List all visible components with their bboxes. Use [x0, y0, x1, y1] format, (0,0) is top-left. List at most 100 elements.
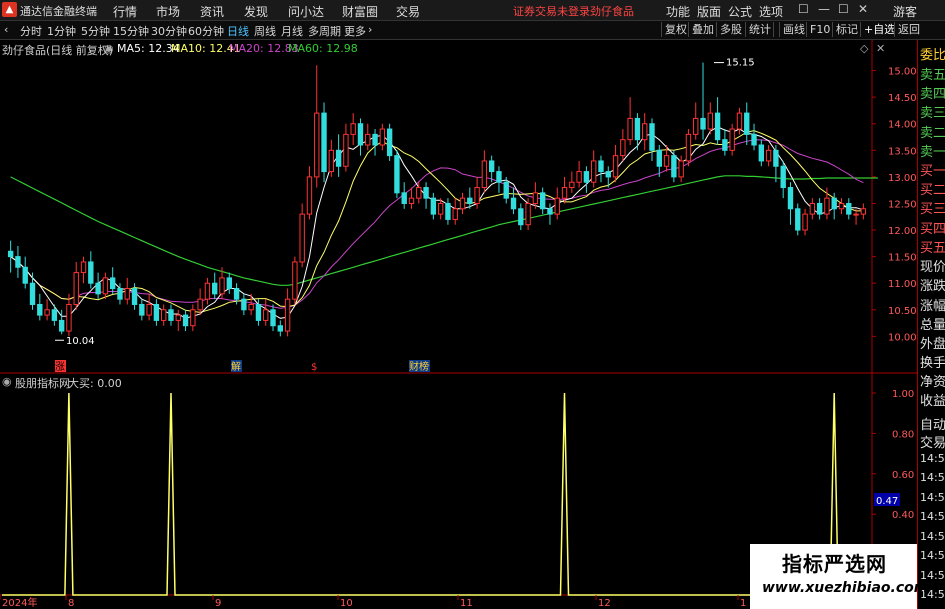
period-multi[interactable]: 多周期 [308, 23, 341, 39]
candle [744, 102, 750, 145]
toolbar-left-arrow-icon[interactable]: ‹ [4, 23, 8, 36]
period-15min[interactable]: 15分钟 [113, 23, 149, 39]
period-daily[interactable]: 日线 [227, 23, 249, 39]
menu-gongneng[interactable]: 功能 [666, 3, 690, 20]
candle-body [445, 202, 451, 220]
watermark-url: www.xuezhibiao.com [762, 580, 929, 596]
candle-body [846, 202, 852, 215]
more-chevron-icon[interactable]: › [368, 23, 372, 36]
candle-body [598, 160, 604, 173]
f10-button[interactable]: F10 [806, 22, 833, 37]
quote-panel-item[interactable]: 收益 [920, 390, 945, 409]
candle-body [802, 213, 808, 231]
fuquan-button[interactable]: 复权 [661, 22, 690, 37]
close-icon[interactable]: ✕ [858, 2, 868, 16]
quote-panel-item[interactable]: 自动 [920, 414, 945, 433]
menu-gongshi[interactable]: 公式 [728, 3, 752, 20]
title-bar: ▲ 通达信金融终端 行情 市场 资讯 发现 问小达 财富圈 交易 证券交易未登录… [0, 0, 945, 21]
menu-banmian[interactable]: 版面 [697, 3, 721, 20]
candle-body [95, 282, 101, 295]
candle-body [66, 303, 72, 332]
quote-panel-item[interactable]: 14:56 [920, 452, 945, 465]
quote-panel-item[interactable]: 现价 [920, 256, 945, 275]
app-name: 通达信金融终端 [20, 5, 97, 18]
period-1min[interactable]: 1分钟 [47, 23, 76, 39]
candle [139, 299, 145, 321]
quote-panel-item[interactable]: 买三 [920, 198, 945, 217]
menu-faxian[interactable]: 发现 [244, 3, 268, 20]
candle [765, 145, 772, 167]
menu-jiaoyi[interactable]: 交易 [396, 3, 420, 20]
quote-panel-item[interactable]: 14:56 [920, 510, 945, 523]
event-marker: 榜 [419, 360, 429, 373]
candle-body [219, 277, 225, 295]
mark-button[interactable]: 标记 [832, 22, 861, 37]
draw-line-button[interactable]: 画线 [779, 22, 808, 37]
menu-shichang[interactable]: 市场 [156, 3, 180, 20]
indicator-settings-icon[interactable]: ◉ [2, 375, 12, 388]
quote-panel-item[interactable]: 卖一 [920, 141, 945, 160]
minimize-icon[interactable]: — [818, 2, 830, 16]
quote-panel-item[interactable]: 涨幅 [920, 295, 945, 314]
menu-xuanxiang[interactable]: 选项 [759, 3, 783, 20]
candle [452, 198, 458, 225]
stats-button[interactable]: 统计 [745, 22, 774, 37]
menu-caifuquan[interactable]: 财富圈 [342, 3, 378, 20]
stock-chart[interactable]: 15.00 14.50 14.00 13.50 13.00 12.50 12.00 11.50… [0, 40, 917, 609]
candle [190, 304, 196, 332]
period-monthly[interactable]: 月线 [281, 23, 303, 39]
quote-panel-item[interactable]: 交易 [920, 432, 945, 451]
quote-panel-item[interactable]: 买一 [920, 160, 945, 179]
quote-panel-item[interactable]: 14:56 [920, 471, 945, 484]
quote-panel-item[interactable]: 买五 [920, 237, 945, 256]
quote-panel-item[interactable]: 卖五 [920, 64, 945, 83]
candle [518, 203, 524, 231]
candle-body [714, 112, 721, 141]
quote-panel-item[interactable]: 14:56 [920, 530, 945, 543]
candle-body [306, 176, 313, 215]
menu-zixun[interactable]: 资讯 [200, 3, 224, 20]
candle-body [780, 165, 786, 189]
quote-panel-item[interactable]: 买四 [920, 218, 945, 237]
back-button[interactable]: 返回 [894, 22, 923, 37]
candle-body [37, 303, 43, 316]
quote-panel-item[interactable]: 买二 [920, 179, 945, 198]
candle [314, 65, 320, 188]
indicator-y-tick-label: 1.00 [892, 389, 914, 400]
candle [379, 123, 386, 151]
candle-body [365, 133, 371, 146]
quote-panel-item[interactable]: 卖三 [920, 102, 945, 121]
quote-panel-item[interactable]: 净资 [920, 371, 945, 390]
period-more[interactable]: 更多 [344, 23, 366, 39]
quote-panel-item[interactable]: 14:56 [920, 491, 945, 504]
candle [627, 97, 633, 145]
period-fenshi[interactable]: 分时 [20, 23, 42, 39]
period-weekly[interactable]: 周线 [254, 23, 276, 39]
overlay-button[interactable]: 叠加 [688, 22, 717, 37]
user-label[interactable]: 游客 [893, 3, 917, 20]
maximize-icon[interactable]: ☐ [838, 2, 849, 16]
candle-body [80, 261, 87, 274]
quote-panel-item[interactable]: 外盘 [920, 333, 945, 352]
add-watchlist-button[interactable]: +自选 [860, 22, 898, 37]
quote-panel-item[interactable]: 总量 [920, 314, 945, 333]
multi-stock-button[interactable]: 多股 [716, 22, 745, 37]
x-tick-label: 9 [215, 598, 221, 609]
quote-panel-item[interactable]: 卖二 [920, 122, 945, 141]
quote-panel-item[interactable]: 卖四 [920, 83, 945, 102]
candle [22, 256, 28, 289]
message-icon[interactable]: ☐ [798, 2, 809, 16]
menu-hangqing[interactable]: 行情 [113, 3, 137, 20]
candle [780, 160, 786, 199]
period-30min[interactable]: 30分钟 [151, 23, 187, 39]
watermark-title: 指标严选网 [782, 552, 887, 576]
period-5min[interactable]: 5分钟 [81, 23, 110, 39]
menu-wenxiaoda[interactable]: 问小达 [288, 3, 324, 20]
quote-panel-item[interactable]: 涨跌 [920, 275, 945, 294]
candle-body [401, 192, 407, 204]
login-alert[interactable]: 证券交易未登录 [513, 3, 590, 19]
quote-panel-item[interactable]: 委比 [920, 44, 945, 63]
quote-panel-item[interactable]: 14:56 [920, 549, 945, 562]
quote-panel-item[interactable]: 换手 [920, 352, 945, 371]
period-60min[interactable]: 60分钟 [188, 23, 224, 39]
